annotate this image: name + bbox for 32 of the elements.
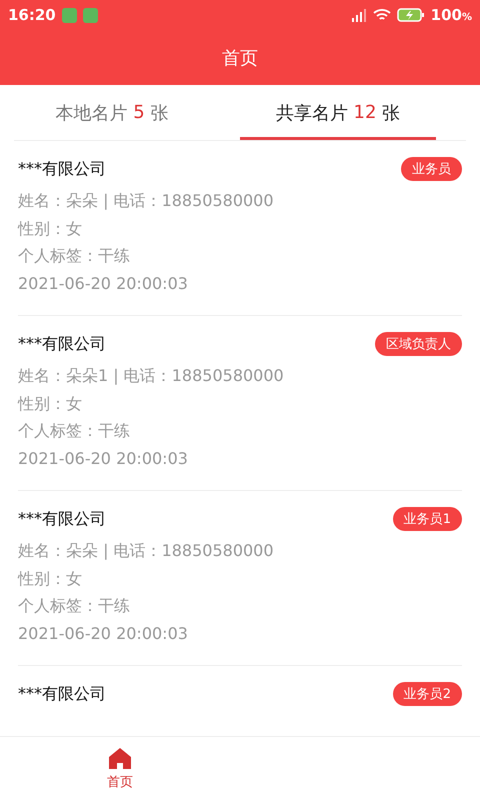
home-icon	[108, 746, 132, 768]
company-name: ***有限公司	[18, 334, 106, 354]
card-info-line: 个人标签：干练	[18, 245, 131, 267]
card-info-line: 个人标签：干练	[18, 595, 131, 617]
role-badge: 业务员1	[392, 507, 462, 531]
company-name: ***有限公司	[18, 508, 106, 530]
wifi-icon	[372, 8, 391, 22]
card-info-line: 姓名：朵朵 | 电话：18850580000	[18, 190, 275, 212]
card-info-line: 性别：女	[18, 218, 83, 240]
tab[interactable]: 共享名片 12 张	[240, 85, 436, 140]
company-name: ***有限公司	[18, 158, 106, 180]
card-info-line: 性别：女	[18, 392, 83, 414]
role-badge: 区域负责人	[375, 332, 462, 356]
card-info-line: 姓名：朵朵 | 电话：18850580000	[18, 540, 275, 562]
card-info-line: 2021-06-20 20:00:03	[18, 622, 189, 644]
card-info-line: 2021-06-20 20:00:03	[18, 272, 189, 294]
app-notification-icon	[82, 8, 98, 22]
signal-icon	[350, 8, 367, 22]
battery-icon	[396, 8, 425, 22]
status-time: 16:20	[8, 6, 56, 24]
card-info-line: 姓名：朵朵1 | 电话：18850580000	[18, 365, 285, 387]
nav-item[interactable]: 首页	[0, 737, 240, 800]
app-notification-icon	[62, 8, 77, 22]
card-info-line: 性别：女	[18, 568, 83, 590]
role-badge: 业务员2	[392, 682, 462, 706]
card-info-line: 个人标签：干练	[18, 420, 131, 442]
battery-percent: 100%	[430, 6, 472, 24]
card-info-line: 2021-06-20 20:00:03	[18, 448, 189, 470]
role-badge: 业务员	[401, 157, 462, 181]
company-name: ***有限公司	[18, 684, 106, 704]
tab[interactable]: 本地名片 5 张	[14, 85, 210, 140]
page-title: 首页	[222, 46, 258, 70]
